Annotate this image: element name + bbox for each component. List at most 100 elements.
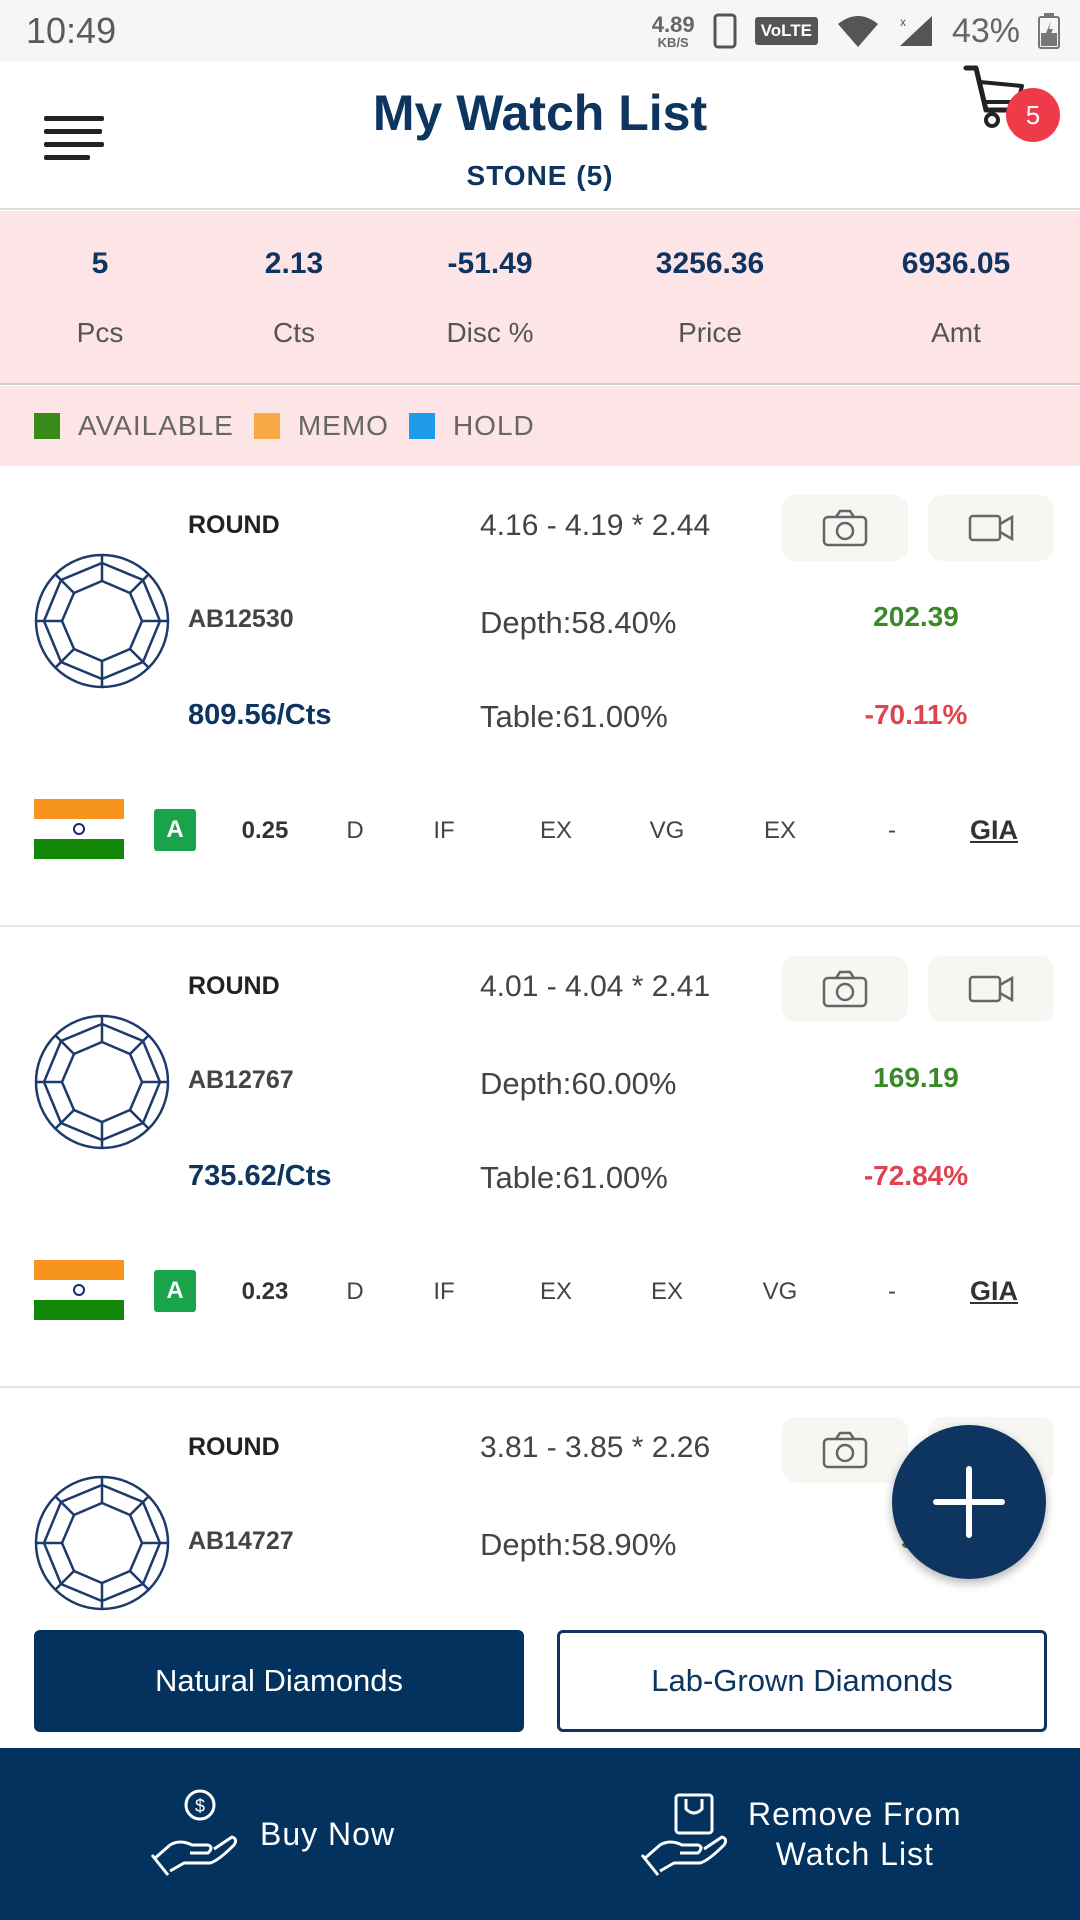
india-flag-icon [34, 799, 124, 859]
clarity-grade: IF [433, 1278, 455, 1305]
volte-badge: VoLTE [754, 17, 818, 45]
stone-amount: 169.19 [873, 1062, 959, 1093]
camera-icon [822, 970, 868, 1008]
page-title: My Watch List [372, 85, 708, 141]
memo-swatch [253, 413, 280, 439]
stone-shape: ROUND [188, 1433, 280, 1461]
video-button[interactable] [928, 495, 1054, 561]
stone-id: AB14727 [188, 1527, 294, 1555]
stone-discount: -72.84% [863, 1160, 969, 1191]
hand-package-icon [640, 1793, 728, 1876]
measurements: 3.81 - 3.85 * 2.26 [480, 1431, 711, 1464]
status-time: 10:49 [26, 10, 117, 51]
network-speed: 4.89 KB/S [651, 11, 695, 50]
stone-amount: 202.39 [873, 601, 959, 632]
round-diamond-icon [34, 1475, 170, 1611]
stone-list-item[interactable]: ROUND AB12530 809.56/Cts 4.16 - 4.19 * 2… [0, 467, 1080, 927]
clarity-grade: IF [433, 817, 455, 844]
hold-swatch [408, 413, 435, 439]
fluorescence: - [888, 1278, 896, 1305]
cart-count-badge: 5 [1006, 88, 1060, 142]
measurements: 4.01 - 4.04 * 2.41 [480, 970, 711, 1003]
camera-icon [822, 509, 868, 547]
photo-button[interactable] [782, 1417, 908, 1483]
buy-now-button[interactable]: $ Buy Now [150, 1748, 395, 1920]
symmetry-grade: VG [762, 1278, 798, 1305]
stone-id: AB12767 [188, 1066, 294, 1094]
add-button[interactable] [892, 1425, 1046, 1579]
lab-certificate-link[interactable]: GIA [970, 815, 1018, 846]
summary-price: 3256.36 Price [610, 247, 810, 349]
phone-icon [713, 13, 737, 49]
price-per-carat: 809.56/Cts [188, 699, 332, 731]
symmetry-grade: EX [763, 817, 796, 844]
summary-value: 5 [91, 247, 109, 280]
legend-hold: HOLD [452, 410, 535, 441]
table-percent: Table:61.00% [480, 699, 668, 734]
natural-diamonds-tab[interactable]: Natural Diamonds [34, 1630, 524, 1732]
menu-icon [44, 142, 104, 147]
available-swatch [34, 413, 60, 439]
camera-icon [822, 1431, 868, 1469]
category-toggle: Natural Diamonds Lab-Grown Diamonds [0, 1612, 1080, 1748]
polish-grade: EX [650, 1278, 683, 1305]
plus-icon [933, 1466, 1005, 1538]
buy-hand-dollar-icon: $ [150, 1789, 238, 1876]
summary-value: 3256.36 [655, 247, 765, 280]
summary-panel: 5 Pcs 2.13 Cts -51.49 Disc % 3256.36 Pri… [0, 211, 1080, 385]
round-diamond-icon [34, 1014, 170, 1150]
summary-label: Pcs [76, 317, 124, 348]
legend-memo: MEMO [297, 410, 389, 441]
summary-pcs: 5 Pcs [0, 247, 200, 349]
depth: Depth:58.90% [480, 1527, 677, 1562]
remove-label-line2: Watch List [775, 1836, 934, 1872]
summary-value: -51.49 [447, 247, 533, 280]
summary-disc: -51.49 Disc % [390, 247, 590, 349]
svg-text:$: $ [195, 1796, 205, 1816]
summary-label: Cts [273, 317, 315, 348]
remove-from-watchlist-label: Remove From Watch List [748, 1794, 962, 1874]
network-speed-unit: KB/S [657, 34, 689, 50]
video-icon [968, 514, 1014, 542]
wifi-icon [837, 16, 878, 47]
table-percent: Table:61.00% [480, 1160, 668, 1195]
summary-label: Disc % [446, 317, 534, 348]
summary-cts: 2.13 Cts [194, 247, 394, 349]
stone-discount: -70.11% [864, 699, 968, 730]
color-grade: D [346, 817, 364, 844]
availability-badge: A [154, 1270, 196, 1312]
stone-shape: ROUND [188, 972, 280, 1000]
svg-text:x: x [900, 15, 906, 29]
carat: 0.25 [241, 817, 289, 844]
depth: Depth:58.40% [480, 605, 677, 640]
buy-now-label: Buy Now [260, 1816, 396, 1852]
bottom-action-bar: $ Buy Now Remove From Watch List [0, 1748, 1080, 1920]
color-grade: D [346, 1278, 364, 1305]
remove-label-line1: Remove From [748, 1796, 962, 1832]
depth: Depth:60.00% [480, 1066, 677, 1101]
lab-certificate-link[interactable]: GIA [970, 1276, 1018, 1307]
summary-amt: 6936.05 Amt [856, 247, 1056, 349]
photo-button[interactable] [782, 956, 908, 1022]
stone-shape: ROUND [188, 511, 280, 539]
network-speed-value: 4.89 [651, 11, 695, 37]
measurements: 4.16 - 4.19 * 2.44 [480, 509, 711, 542]
status-bar: 10:49 4.89 KB/S VoLTE x 43% [0, 0, 1080, 62]
video-button[interactable] [928, 956, 1054, 1022]
summary-label: Price [678, 317, 742, 348]
stone-list-item[interactable]: ROUND AB12767 735.62/Cts 4.01 - 4.04 * 2… [0, 928, 1080, 1388]
remove-from-watchlist-button[interactable]: Remove From Watch List [640, 1748, 962, 1920]
availability-badge: A [154, 809, 196, 851]
lab-grown-diamonds-tab[interactable]: Lab-Grown Diamonds [557, 1630, 1047, 1732]
cut-grade: EX [539, 1278, 572, 1305]
video-icon [968, 975, 1014, 1003]
photo-button[interactable] [782, 495, 908, 561]
cut-grade: EX [539, 817, 572, 844]
app-header: My Watch List STONE (5) [0, 62, 1080, 210]
polish-grade: VG [649, 817, 685, 844]
signal-icon: x [899, 15, 932, 46]
legend-available: AVAILABLE [78, 410, 234, 441]
fluorescence: - [888, 817, 896, 844]
summary-value: 6936.05 [901, 247, 1011, 280]
price-per-carat: 735.62/Cts [188, 1160, 332, 1192]
